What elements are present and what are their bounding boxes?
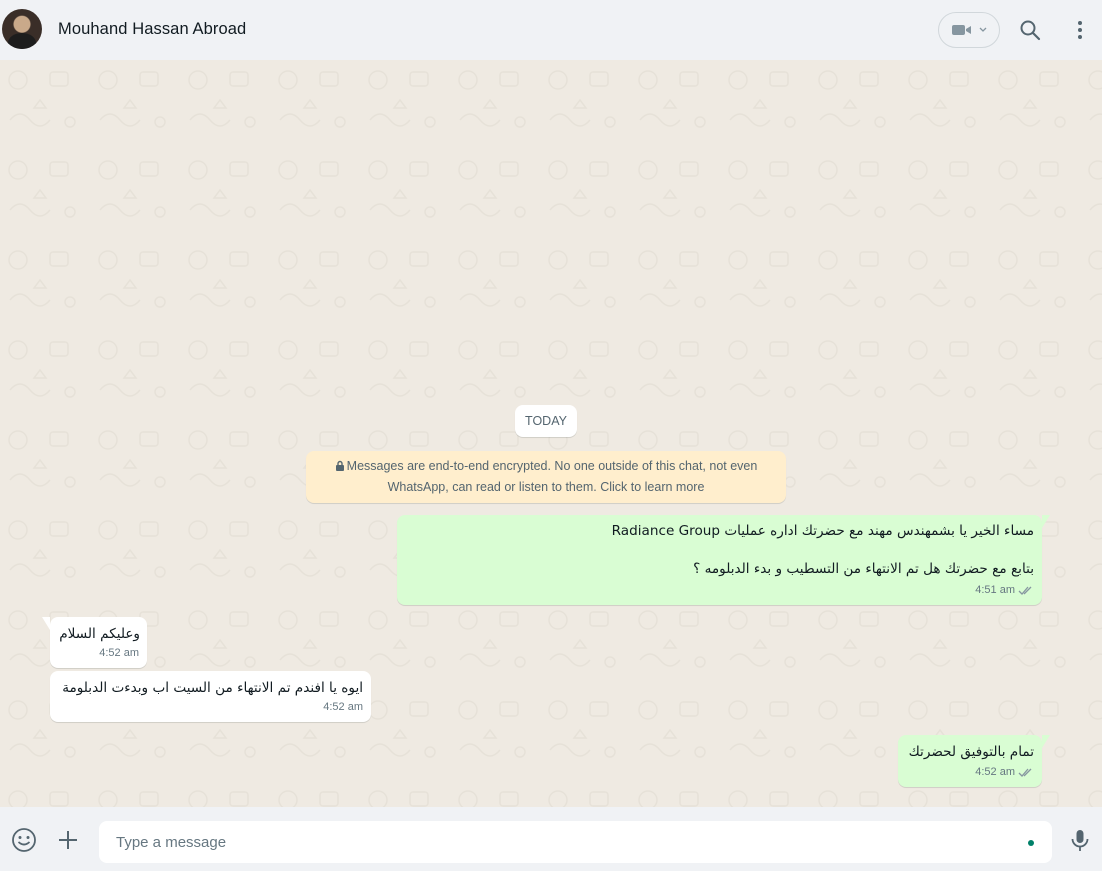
double-check-icon — [1018, 586, 1032, 595]
lock-icon — [335, 460, 344, 471]
bubble-tail — [42, 617, 50, 630]
encryption-notice-line2: WhatsApp, can read or listen to them. Cl… — [387, 480, 705, 494]
contact-avatar[interactable] — [2, 9, 42, 49]
message-time: 4:52 am — [975, 766, 1015, 778]
message-outgoing[interactable]: تمام بالتوفيق لحضرتك 4:52 am — [898, 735, 1050, 787]
message-meta: 4:52 am — [99, 644, 139, 663]
encryption-notice-line1: Messages are end-to-end encrypted. No on… — [346, 459, 758, 473]
double-check-icon — [1018, 768, 1032, 777]
message-input[interactable] — [99, 821, 1052, 863]
message-meta: 4:51 am — [975, 581, 1034, 600]
encryption-notice[interactable]: Messages are end-to-end encrypted. No on… — [306, 451, 786, 503]
microphone-icon[interactable] — [1067, 827, 1093, 853]
message-incoming[interactable]: وعليكم السلام 4:52 am — [42, 617, 147, 668]
video-call-icon — [952, 25, 971, 35]
chat-header: Mouhand Hassan Abroad — [0, 0, 1102, 60]
emoji-icon[interactable] — [11, 827, 37, 853]
message-meta: 4:52 am — [323, 698, 363, 717]
chat-panel[interactable]: TODAY Messages are end-to-end encrypted.… — [0, 60, 1102, 807]
video-call-button[interactable] — [938, 12, 1000, 48]
message-meta: 4:52 am — [975, 763, 1034, 782]
message-time: 4:51 am — [975, 584, 1015, 596]
message-text: ايوه يا افندم تم الانتهاء من السيت اب وب… — [62, 680, 363, 696]
date-divider: TODAY — [515, 405, 577, 437]
bubble-tail — [1042, 735, 1050, 748]
message-outgoing[interactable]: مساء الخير يا بشمهندس مهند مع حضرتك ادار… — [397, 515, 1050, 605]
message-time: 4:52 am — [323, 701, 363, 713]
more-vertical-icon[interactable] — [1068, 18, 1092, 42]
plus-icon[interactable] — [55, 827, 81, 853]
search-icon[interactable] — [1018, 18, 1042, 42]
message-text-line2: بتابع مع حضرتك هل تم الانتهاء من التسطيب… — [693, 561, 1034, 577]
message-composer — [0, 807, 1102, 871]
message-time: 4:52 am — [99, 647, 139, 659]
message-incoming[interactable]: ايوه يا افندم تم الانتهاء من السيت اب وب… — [50, 671, 371, 722]
status-dot — [1028, 840, 1034, 846]
contact-name[interactable]: Mouhand Hassan Abroad — [58, 20, 246, 39]
message-text-line1: مساء الخير يا بشمهندس مهند مع حضرتك ادار… — [611, 523, 1034, 539]
bubble-tail — [1042, 515, 1050, 528]
chevron-down-icon — [979, 27, 987, 32]
message-text: تمام بالتوفيق لحضرتك — [908, 744, 1034, 760]
message-text: وعليكم السلام — [59, 626, 140, 642]
